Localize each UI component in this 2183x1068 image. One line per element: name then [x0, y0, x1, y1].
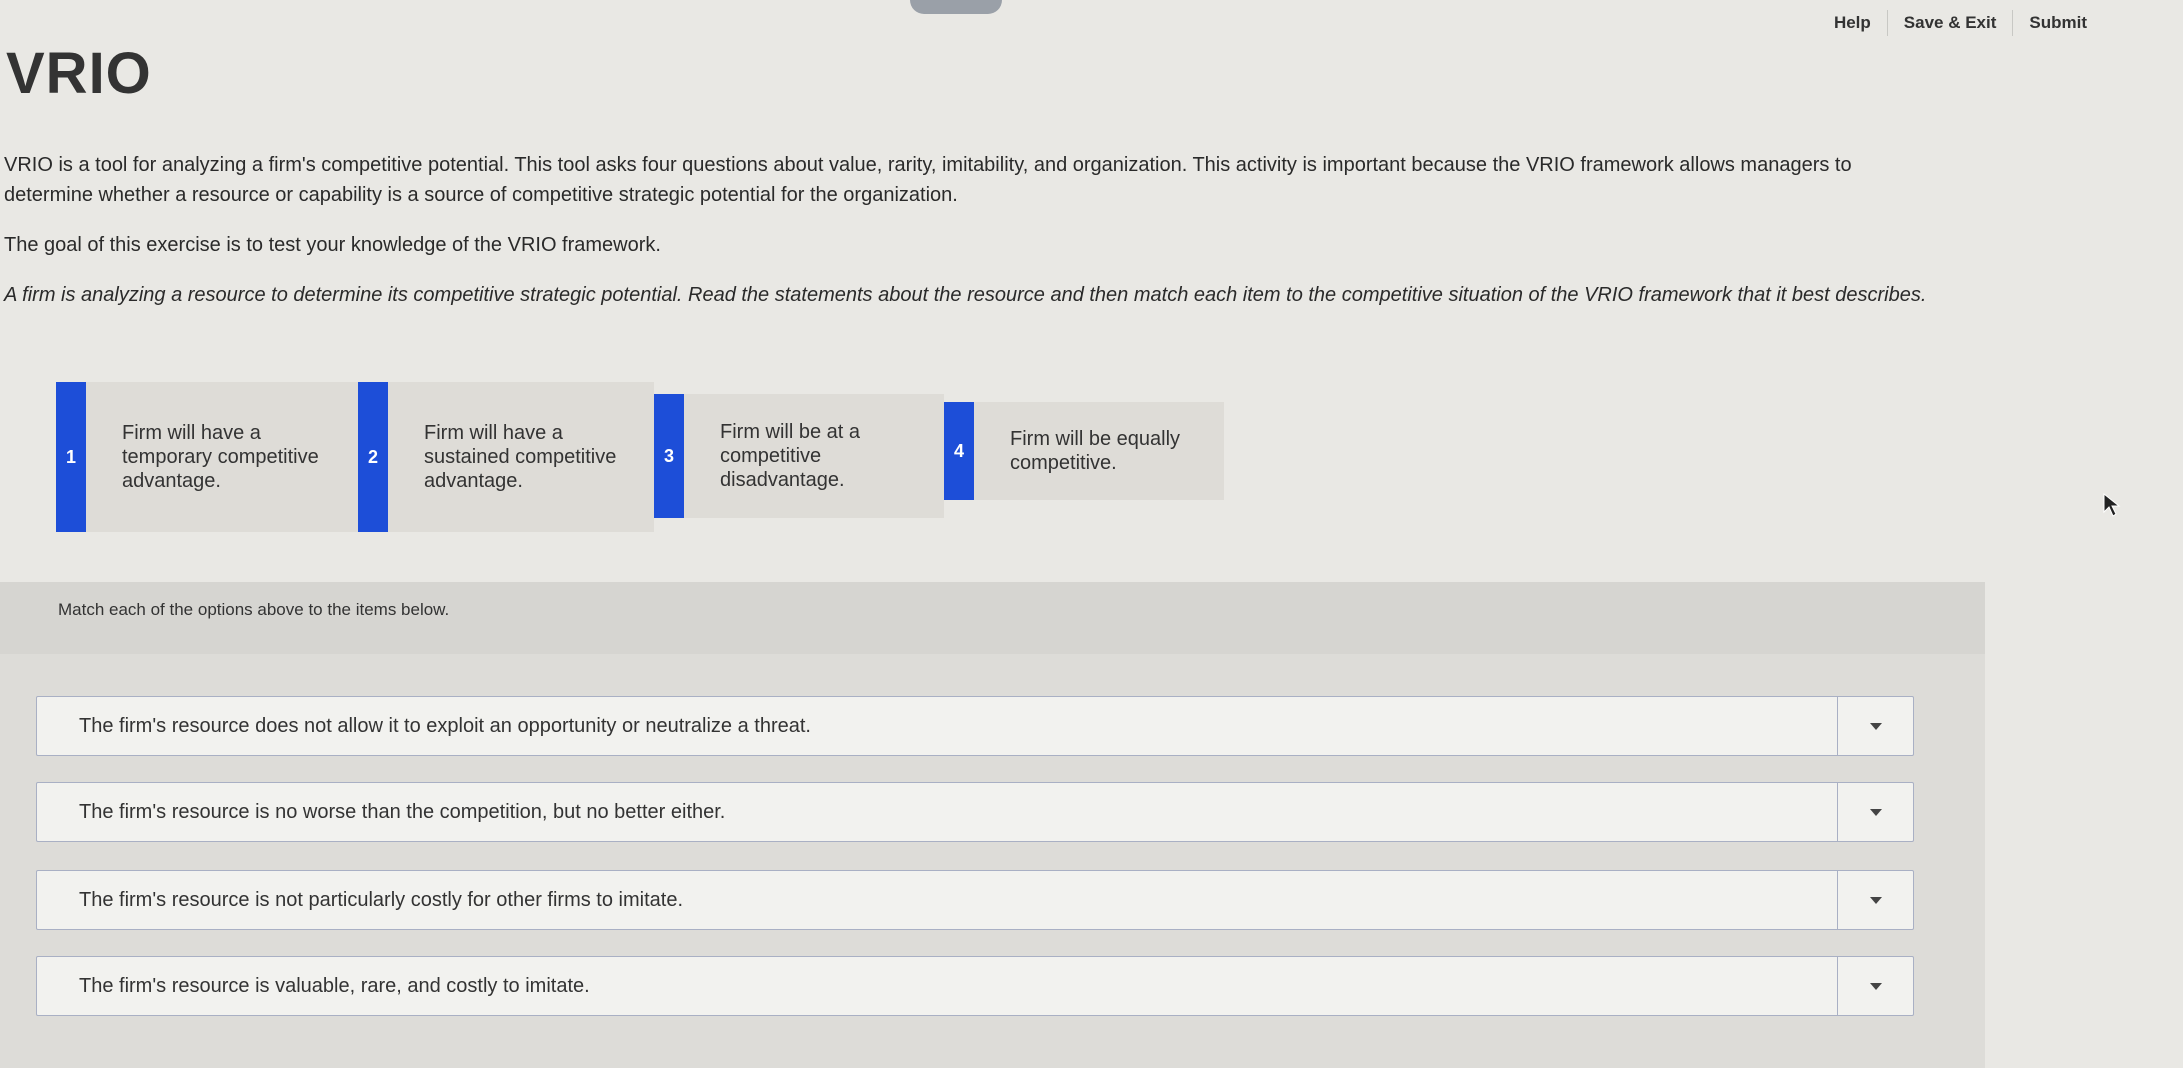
match-instructions: Match each of the options above to the i… — [58, 600, 450, 619]
option-number: 2 — [358, 382, 388, 532]
page: Help Save & Exit Submit VRIO VRIO is a t… — [0, 0, 2183, 1068]
match-dropdown[interactable] — [1837, 957, 1913, 1015]
match-statement: The firm's resource is no worse than the… — [79, 800, 726, 823]
option-cards: 1 Firm will have a temporary competitive… — [56, 382, 1224, 532]
option-label: Firm will have a temporary competitive a… — [122, 422, 319, 492]
match-panel: Match each of the options above to the i… — [0, 582, 1985, 1068]
task-paragraph: A firm is analyzing a resource to determ… — [4, 284, 1927, 306]
saved-indicator — [910, 0, 1002, 14]
option-label: Firm will have a sustained competitive a… — [424, 422, 617, 492]
match-row: The firm's resource is no worse than the… — [36, 782, 1914, 842]
intro-paragraph: VRIO is a tool for analyzing a firm's co… — [4, 154, 1852, 206]
option-label: Firm will be at a competitive disadvanta… — [720, 421, 861, 491]
match-dropdown[interactable] — [1837, 783, 1913, 841]
match-header: Match each of the options above to the i… — [0, 582, 1985, 654]
match-dropdown[interactable] — [1837, 697, 1913, 755]
mouse-cursor-icon — [2103, 492, 2121, 517]
save-exit-link[interactable]: Save & Exit — [1888, 13, 2013, 33]
match-statement: The firm's resource does not allow it to… — [79, 714, 811, 737]
match-statement: The firm's resource is valuable, rare, a… — [79, 974, 590, 997]
goal-paragraph: The goal of this exercise is to test you… — [4, 234, 661, 256]
option-card-2[interactable]: 2 Firm will have a sustained competitive… — [358, 382, 654, 532]
match-row: The firm's resource is not particularly … — [36, 870, 1914, 930]
match-row: The firm's resource does not allow it to… — [36, 696, 1914, 756]
option-number: 4 — [944, 402, 974, 500]
option-number: 3 — [654, 394, 684, 518]
option-number: 1 — [56, 382, 86, 532]
chevron-down-icon — [1869, 722, 1882, 730]
chevron-down-icon — [1869, 808, 1882, 816]
match-dropdown[interactable] — [1837, 871, 1913, 929]
match-statement: The firm's resource is not particularly … — [79, 888, 683, 911]
submit-link[interactable]: Submit — [2013, 13, 2103, 33]
option-card-1[interactable]: 1 Firm will have a temporary competitive… — [56, 382, 358, 532]
chevron-down-icon — [1869, 982, 1882, 990]
option-card-4[interactable]: 4 Firm will be equally competitive. — [944, 402, 1224, 500]
page-title: VRIO — [6, 41, 152, 106]
match-row: The firm's resource is valuable, rare, a… — [36, 956, 1914, 1016]
intro-text: VRIO is a tool for analyzing a firm's co… — [4, 150, 1934, 330]
option-label: Firm will be equally competitive. — [1010, 428, 1181, 474]
chevron-down-icon — [1869, 896, 1882, 904]
top-nav: Help Save & Exit Submit — [1818, 10, 2103, 36]
option-card-3[interactable]: 3 Firm will be at a competitive disadvan… — [654, 394, 944, 518]
help-link[interactable]: Help — [1818, 13, 1887, 33]
